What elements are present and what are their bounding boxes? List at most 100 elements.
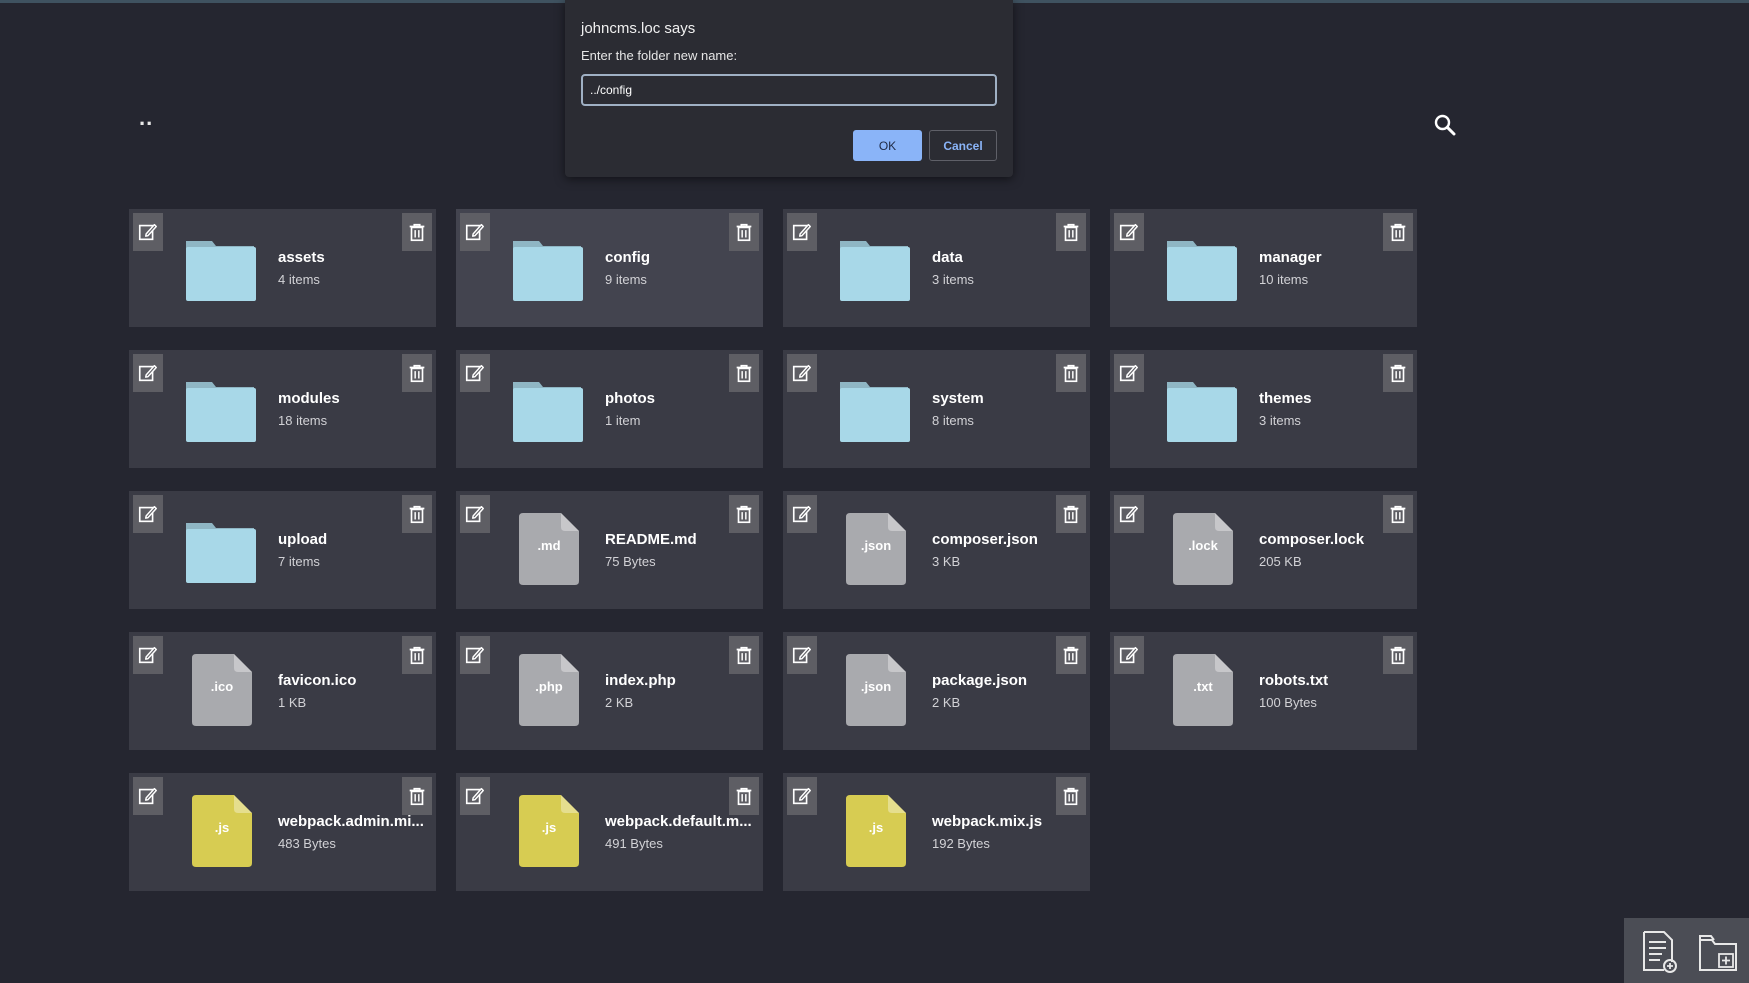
new-file-icon[interactable]	[1638, 928, 1680, 974]
folder-icon[interactable]	[838, 376, 910, 442]
item-name[interactable]: webpack.default.m...	[605, 813, 759, 830]
item-name[interactable]: system	[932, 390, 1086, 407]
trash-icon[interactable]	[1056, 495, 1086, 533]
trash-icon[interactable]	[1056, 777, 1086, 815]
file-icon[interactable]: .json	[846, 654, 906, 726]
file-icon[interactable]: .ico	[192, 654, 252, 726]
trash-icon[interactable]	[729, 777, 759, 815]
js-file-icon[interactable]: .js	[192, 795, 252, 867]
edit-icon[interactable]	[787, 495, 817, 533]
edit-icon[interactable]	[1114, 354, 1144, 392]
folder-icon[interactable]	[838, 235, 910, 301]
trash-icon[interactable]	[729, 495, 759, 533]
trash-icon[interactable]	[402, 213, 432, 251]
folder-icon[interactable]	[1165, 376, 1237, 442]
folder-card[interactable]: config 9 items	[456, 209, 763, 327]
edit-icon[interactable]	[787, 636, 817, 674]
item-name[interactable]: upload	[278, 531, 432, 548]
file-icon[interactable]: .lock	[1173, 513, 1233, 585]
folder-icon[interactable]	[184, 517, 256, 583]
item-name[interactable]: data	[932, 249, 1086, 266]
file-card[interactable]: .js webpack.mix.js 192 Bytes	[783, 773, 1090, 891]
folder-card[interactable]: photos 1 item	[456, 350, 763, 468]
folder-icon[interactable]	[511, 235, 583, 301]
item-name[interactable]: README.md	[605, 531, 759, 548]
trash-icon[interactable]	[402, 636, 432, 674]
item-name[interactable]: config	[605, 249, 759, 266]
folder-card[interactable]: manager 10 items	[1110, 209, 1417, 327]
file-card[interactable]: .json package.json 2 KB	[783, 632, 1090, 750]
trash-icon[interactable]	[1383, 495, 1413, 533]
edit-icon[interactable]	[1114, 213, 1144, 251]
folder-icon[interactable]	[184, 235, 256, 301]
item-name[interactable]: webpack.mix.js	[932, 813, 1086, 830]
trash-icon[interactable]	[729, 636, 759, 674]
trash-icon[interactable]	[1056, 213, 1086, 251]
ok-button[interactable]: OK	[853, 130, 922, 161]
trash-icon[interactable]	[402, 354, 432, 392]
file-card[interactable]: .ico favicon.ico 1 KB	[129, 632, 436, 750]
js-file-icon[interactable]: .js	[846, 795, 906, 867]
js-file-icon[interactable]: .js	[519, 795, 579, 867]
trash-icon[interactable]	[402, 495, 432, 533]
item-name[interactable]: assets	[278, 249, 432, 266]
folder-card[interactable]: upload 7 items	[129, 491, 436, 609]
file-card[interactable]: .lock composer.lock 205 KB	[1110, 491, 1417, 609]
item-name[interactable]: package.json	[932, 672, 1086, 689]
search-icon[interactable]	[1433, 113, 1457, 137]
file-card[interactable]: .php index.php 2 KB	[456, 632, 763, 750]
edit-icon[interactable]	[787, 354, 817, 392]
item-name[interactable]: favicon.ico	[278, 672, 432, 689]
trash-icon[interactable]	[729, 213, 759, 251]
item-name[interactable]: index.php	[605, 672, 759, 689]
trash-icon[interactable]	[402, 777, 432, 815]
item-name[interactable]: themes	[1259, 390, 1413, 407]
edit-icon[interactable]	[460, 636, 490, 674]
trash-icon[interactable]	[1383, 213, 1413, 251]
item-name[interactable]: robots.txt	[1259, 672, 1413, 689]
file-card[interactable]: .json composer.json 3 KB	[783, 491, 1090, 609]
edit-icon[interactable]	[460, 495, 490, 533]
folder-icon[interactable]	[184, 376, 256, 442]
edit-icon[interactable]	[1114, 495, 1144, 533]
folder-card[interactable]: assets 4 items	[129, 209, 436, 327]
edit-icon[interactable]	[460, 354, 490, 392]
file-card[interactable]: .md README.md 75 Bytes	[456, 491, 763, 609]
file-icon[interactable]: .md	[519, 513, 579, 585]
folder-icon[interactable]	[1165, 235, 1237, 301]
item-name[interactable]: photos	[605, 390, 759, 407]
file-card[interactable]: .txt robots.txt 100 Bytes	[1110, 632, 1417, 750]
file-card[interactable]: .js webpack.admin.mi... 483 Bytes	[129, 773, 436, 891]
item-name[interactable]: composer.lock	[1259, 531, 1413, 548]
edit-icon[interactable]	[133, 495, 163, 533]
edit-icon[interactable]	[133, 213, 163, 251]
edit-icon[interactable]	[460, 777, 490, 815]
parent-directory-link[interactable]: ..	[139, 107, 153, 129]
edit-icon[interactable]	[1114, 636, 1144, 674]
folder-icon[interactable]	[511, 376, 583, 442]
folder-name-input[interactable]	[581, 74, 997, 106]
folder-card[interactable]: modules 18 items	[129, 350, 436, 468]
folder-card[interactable]: system 8 items	[783, 350, 1090, 468]
edit-icon[interactable]	[787, 213, 817, 251]
new-folder-icon[interactable]	[1697, 928, 1739, 974]
item-name[interactable]: modules	[278, 390, 432, 407]
file-icon[interactable]: .txt	[1173, 654, 1233, 726]
item-name[interactable]: manager	[1259, 249, 1413, 266]
edit-icon[interactable]	[460, 213, 490, 251]
item-name[interactable]: composer.json	[932, 531, 1086, 548]
cancel-button[interactable]: Cancel	[929, 130, 997, 161]
trash-icon[interactable]	[1056, 354, 1086, 392]
trash-icon[interactable]	[1383, 636, 1413, 674]
trash-icon[interactable]	[1383, 354, 1413, 392]
folder-card[interactable]: themes 3 items	[1110, 350, 1417, 468]
edit-icon[interactable]	[133, 777, 163, 815]
edit-icon[interactable]	[133, 354, 163, 392]
file-card[interactable]: .js webpack.default.m... 491 Bytes	[456, 773, 763, 891]
edit-icon[interactable]	[133, 636, 163, 674]
folder-card[interactable]: data 3 items	[783, 209, 1090, 327]
file-icon[interactable]: .php	[519, 654, 579, 726]
file-icon[interactable]: .json	[846, 513, 906, 585]
trash-icon[interactable]	[1056, 636, 1086, 674]
item-name[interactable]: webpack.admin.mi...	[278, 813, 432, 830]
